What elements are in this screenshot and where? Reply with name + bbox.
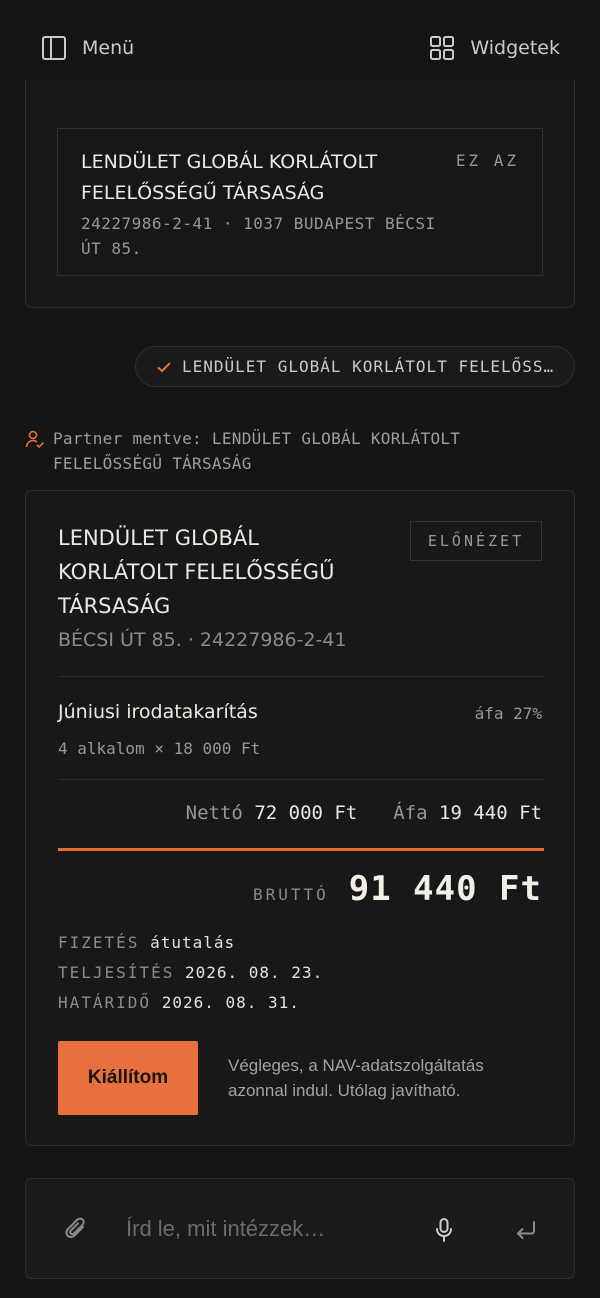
preview-button[interactable]: ELŐNÉZET — [410, 521, 542, 561]
enter-send-icon[interactable] — [514, 1219, 538, 1245]
check-icon — [156, 359, 172, 375]
message-input[interactable] — [126, 1211, 406, 1247]
menu-label: Menü — [82, 37, 135, 59]
totals-row: Nettó 72 000 Ft Áfa 19 440 Ft — [186, 802, 542, 824]
gross-value: 91 440 Ft — [348, 869, 542, 909]
issue-note: Végleges, a NAV-adatszolgáltatás azonnal… — [228, 1056, 484, 1100]
partner-option-meta: 24227986-2-41 · 1037 BUDAPEST BÉCSI ÚT 8… — [81, 214, 436, 258]
vat-value: 19 440 Ft — [439, 802, 542, 824]
partner-option[interactable]: LENDÜLET GLOBÁL KORLÁTOLT FELELŐSSÉGŰ TÁ… — [57, 128, 543, 276]
gross-total: BRUTTÓ 91 440 Ft — [253, 869, 542, 909]
menu-button[interactable]: Menü — [40, 34, 134, 62]
partner-saved-note: Partner mentve: LENDÜLET GLOBÁL KORLÁTOL… — [25, 426, 545, 476]
paperclip-icon[interactable] — [64, 1215, 90, 1247]
fulfillment-label: TELJESÍTÉS — [58, 963, 175, 982]
line-item-title: Júniusi irodatakarítás — [58, 701, 258, 723]
gross-label: BRUTTÓ — [252, 885, 329, 904]
line-item-vat: áfa 27% — [474, 704, 542, 723]
partner-option-name: LENDÜLET GLOBÁL KORLÁTOLT FELELŐSSÉGŰ TÁ… — [81, 151, 378, 204]
invoice-draft-card: LENDÜLET GLOBÁL KORLÁTOLT FELELŐSSÉGŰ TÁ… — [25, 490, 575, 1146]
line-item-quantity: 4 alkalom × 18 000 Ft — [58, 739, 261, 758]
due-date-row: HATÁRIDŐ 2026. 08. 31. — [58, 993, 300, 1012]
divider — [58, 676, 544, 677]
fulfillment-row: TELJESÍTÉS 2026. 08. 23. — [58, 963, 323, 982]
payment-label: FIZETÉS — [58, 933, 140, 952]
widgets-label: Widgetek — [470, 37, 560, 59]
widgets-button[interactable]: Widgetek — [428, 34, 560, 62]
vat-label: Áfa — [393, 802, 428, 824]
issue-invoice-button[interactable]: Kiállítom — [58, 1041, 198, 1115]
divider — [58, 779, 544, 780]
sidebar-panel-icon — [40, 34, 68, 62]
invoice-partner-address: BÉCSI ÚT 85. · 24227986-2-41 — [58, 629, 347, 651]
microphone-icon[interactable] — [434, 1217, 454, 1247]
user-check-icon — [25, 429, 45, 476]
net-label: Nettó — [185, 802, 243, 824]
selected-partner-text: LENDÜLET GLOBÁL KORLÁTOLT FELELŐSSÉGŰ TÁ… — [182, 357, 562, 376]
selected-partner-chip: LENDÜLET GLOBÁL KORLÁTOLT FELELŐSSÉGŰ TÁ… — [135, 346, 575, 387]
grid-icon — [428, 34, 456, 62]
fulfillment-value: 2026. 08. 23. — [184, 963, 324, 982]
accent-divider — [58, 848, 544, 851]
due-label: HATÁRIDŐ — [58, 993, 152, 1012]
payment-value: átutalás — [150, 933, 236, 952]
invoice-partner-name: LENDÜLET GLOBÁL KORLÁTOLT FELELŐSSÉGŰ TÁ… — [58, 526, 335, 618]
net-value: 72 000 Ft — [254, 802, 358, 824]
partner-saved-text: Partner mentve: LENDÜLET GLOBÁL KORLÁTOL… — [53, 429, 461, 473]
message-composer — [25, 1178, 575, 1279]
choose-this-button[interactable]: EZ AZ — [456, 151, 519, 170]
payment-row: FIZETÉS átutalás — [58, 933, 235, 952]
due-value: 2026. 08. 31. — [161, 993, 300, 1012]
